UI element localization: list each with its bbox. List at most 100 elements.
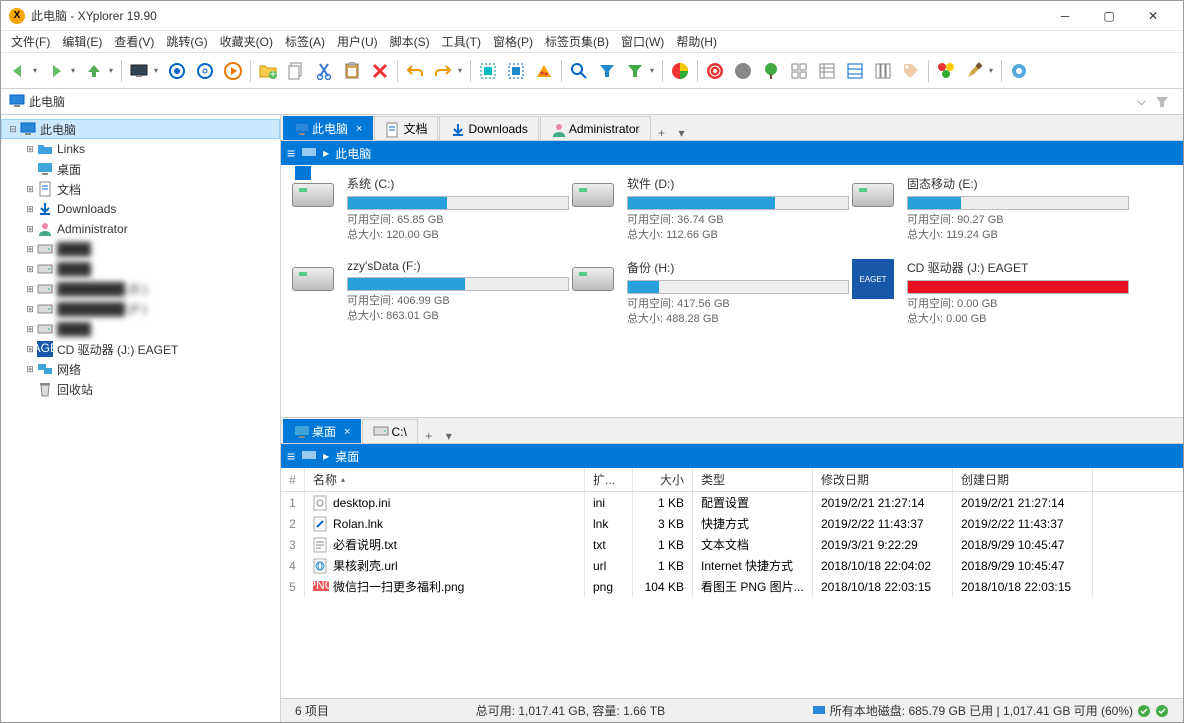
menu-item[interactable]: 收藏夹(O) <box>214 31 279 52</box>
expand-icon[interactable]: ⊞ <box>23 364 37 375</box>
forward-button[interactable] <box>43 58 69 84</box>
pane-tab[interactable]: 此电脑× <box>283 116 373 140</box>
menu-item[interactable]: 帮助(H) <box>670 31 723 52</box>
file-row[interactable]: 3必看说明.txttxt1 KB文本文档2019/3/21 9:22:29201… <box>281 534 1183 555</box>
lower-breadcrumb[interactable]: ≡ ▸ 桌面 <box>281 444 1183 468</box>
drive-item[interactable]: 固态移动 (E:)可用空间: 90.27 GB总大小: 119.24 GB <box>849 175 1129 243</box>
col-ext[interactable]: 扩... <box>585 468 633 491</box>
pane-tab[interactable]: C:\ <box>362 419 417 443</box>
tree-node[interactable]: ⊞████ <box>1 239 280 259</box>
file-row[interactable]: 5PNG微信扫一扫更多福利.pngpng104 KB看图王 PNG 图片...2… <box>281 576 1183 597</box>
expand-icon[interactable]: ⊞ <box>23 184 37 195</box>
menu-item[interactable]: 文件(F) <box>5 31 56 52</box>
play-circle-icon[interactable] <box>220 58 246 84</box>
palette-icon[interactable] <box>933 58 959 84</box>
menu-item[interactable]: 窗口(W) <box>615 31 670 52</box>
undo-icon[interactable] <box>402 58 428 84</box>
menu-item[interactable]: 跳转(G) <box>160 31 213 52</box>
drive-item[interactable]: 系统 (C:)可用空间: 65.85 GB总大小: 120.00 GB <box>289 175 569 243</box>
file-row[interactable]: 1desktop.iniini1 KB配置设置2019/2/21 21:27:1… <box>281 492 1183 513</box>
add-tab-button[interactable]: + <box>419 429 439 443</box>
minimize-button[interactable]: ─ <box>1043 2 1087 30</box>
col-name[interactable]: 名称▴ <box>305 468 585 491</box>
tree-node[interactable]: ⊞████████ (E:) <box>1 279 280 299</box>
col-type[interactable]: 类型 <box>693 468 813 491</box>
tree-node[interactable]: ⊞Downloads <box>1 199 280 219</box>
column-headers[interactable]: # 名称▴ 扩... 大小 类型 修改日期 创建日期 <box>281 468 1183 492</box>
breadcrumb-label[interactable]: 桌面 <box>335 448 359 465</box>
menu-item[interactable]: 脚本(S) <box>384 31 436 52</box>
filter-green-icon[interactable] <box>622 58 648 84</box>
tab-dropdown[interactable]: ▾ <box>439 429 459 443</box>
drive-item[interactable]: 备份 (H:)可用空间: 417.56 GB总大小: 488.28 GB <box>569 259 849 327</box>
col-created[interactable]: 创建日期 <box>953 468 1093 491</box>
tree-node[interactable]: ⊞████ <box>1 319 280 339</box>
search-circle-icon[interactable] <box>192 58 218 84</box>
expand-icon[interactable]: ⊞ <box>23 144 37 155</box>
spiral-red-icon[interactable] <box>702 58 728 84</box>
new-folder-icon[interactable]: + <box>255 58 281 84</box>
tree-icon[interactable] <box>758 58 784 84</box>
paste-icon[interactable] <box>339 58 365 84</box>
filter-blue-icon[interactable] <box>594 58 620 84</box>
burger-icon[interactable]: ≡ <box>287 448 295 464</box>
target-blue-icon[interactable] <box>164 58 190 84</box>
close-button[interactable]: ✕ <box>1131 2 1175 30</box>
menu-item[interactable]: 工具(T) <box>436 31 487 52</box>
menu-item[interactable]: 标签(A) <box>279 31 331 52</box>
close-icon[interactable]: × <box>356 123 362 135</box>
monitor-icon[interactable] <box>126 58 152 84</box>
pane-tab[interactable]: 文档 <box>374 116 438 140</box>
menu-item[interactable]: 查看(V) <box>108 31 160 52</box>
col-num[interactable]: # <box>281 468 305 491</box>
up-button[interactable] <box>81 58 107 84</box>
menu-item[interactable]: 编辑(E) <box>56 31 108 52</box>
tree-node[interactable]: ⊞网络 <box>1 359 280 379</box>
expand-icon[interactable]: ⊞ <box>23 304 37 315</box>
burger-icon[interactable]: ≡ <box>287 145 295 161</box>
circle-gray-icon[interactable] <box>730 58 756 84</box>
delete-icon[interactable] <box>367 58 393 84</box>
details-icon[interactable] <box>814 58 840 84</box>
file-list[interactable]: # 名称▴ 扩... 大小 类型 修改日期 创建日期 1desktop.inii… <box>281 468 1183 698</box>
expand-icon[interactable]: ⊞ <box>23 344 37 355</box>
tree-node[interactable]: ⊞Links <box>1 139 280 159</box>
gear-icon[interactable] <box>1006 58 1032 84</box>
filter-icon[interactable] <box>1155 95 1175 109</box>
address-bar[interactable]: 此电脑 ⌵ <box>1 89 1183 115</box>
menu-item[interactable]: 用户(U) <box>331 31 384 52</box>
expand-icon[interactable]: ⊞ <box>23 224 37 235</box>
back-button[interactable] <box>5 58 31 84</box>
expand-icon[interactable]: ⊞ <box>23 324 37 335</box>
tag-icon[interactable] <box>898 58 924 84</box>
col-size[interactable]: 大小 <box>633 468 693 491</box>
drive-item[interactable]: EAGETCD 驱动器 (J:) EAGET可用空间: 0.00 GB总大小: … <box>849 259 1129 327</box>
menu-item[interactable]: 窗格(P) <box>487 31 539 52</box>
tree-node[interactable]: ⊟此电脑 <box>1 119 280 139</box>
pane-tab[interactable]: 桌面× <box>283 419 361 443</box>
expand-icon[interactable]: ⊟ <box>6 124 20 135</box>
drive-item[interactable]: 软件 (D:)可用空间: 36.74 GB总大小: 112.66 GB <box>569 175 849 243</box>
upper-breadcrumb[interactable]: ≡ ▸ 此电脑 <box>281 141 1183 165</box>
select-teal-icon[interactable] <box>475 58 501 84</box>
tree-node[interactable]: ⊞EAGETCD 驱动器 (J:) EAGET <box>1 339 280 359</box>
address-dropdown[interactable]: ⌵ <box>1137 94 1155 109</box>
file-row[interactable]: 4果核剥壳.urlurl1 KBInternet 快捷方式2018/10/18 … <box>281 555 1183 576</box>
expand-icon[interactable]: ⊞ <box>23 244 37 255</box>
file-row[interactable]: 2Rolan.lnklnk3 KB快捷方式2019/2/22 11:43:372… <box>281 513 1183 534</box>
menu-item[interactable]: 标签页集(B) <box>539 31 615 52</box>
expand-icon[interactable]: ⊞ <box>23 284 37 295</box>
pizza-icon[interactable] <box>531 58 557 84</box>
columns-icon[interactable] <box>870 58 896 84</box>
maximize-button[interactable]: ▢ <box>1087 2 1131 30</box>
grid-icon[interactable] <box>786 58 812 84</box>
tree-node[interactable]: ⊞████████ (F:) <box>1 299 280 319</box>
tree-node[interactable]: 回收站 <box>1 379 280 399</box>
redo-icon[interactable] <box>430 58 456 84</box>
tree-node[interactable]: ⊞文档 <box>1 179 280 199</box>
tree-node[interactable]: ⊞Administrator <box>1 219 280 239</box>
tab-dropdown[interactable]: ▾ <box>672 126 692 140</box>
pane-tab[interactable]: Downloads <box>439 116 538 140</box>
close-icon[interactable]: × <box>344 426 350 438</box>
cut-icon[interactable] <box>311 58 337 84</box>
